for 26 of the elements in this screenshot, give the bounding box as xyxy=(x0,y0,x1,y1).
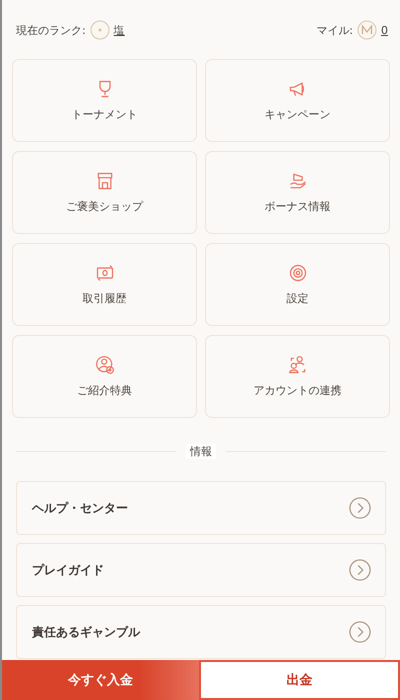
info-link[interactable]: 責任あるギャンブル xyxy=(16,605,386,659)
rank-label: 現在のランク: xyxy=(16,22,86,38)
menu-tile[interactable]: 設定 xyxy=(205,243,390,326)
menu-tile[interactable]: 取引履歴 xyxy=(12,243,197,326)
chevron-right-icon xyxy=(349,621,371,643)
banknote-icon xyxy=(94,263,114,283)
withdraw-button[interactable]: 出金 xyxy=(199,660,400,700)
users-icon xyxy=(288,355,308,375)
chevron-right-icon xyxy=(349,497,371,519)
menu-tile[interactable]: ご褒美ショップ xyxy=(12,151,197,234)
info-link[interactable]: ヘルプ・センター xyxy=(16,481,386,535)
miles-link[interactable]: 0 xyxy=(381,24,388,36)
deposit-button[interactable]: 今すぐ入金 xyxy=(2,660,199,700)
menu-tile[interactable]: アカウントの連携 xyxy=(205,335,390,418)
menu-tile[interactable]: キャンペーン xyxy=(205,59,390,142)
info-link[interactable]: プレイガイド xyxy=(16,543,386,597)
menu-tile[interactable]: トーナメント xyxy=(12,59,197,142)
section-title: 情報 xyxy=(186,444,216,459)
menu-tile[interactable]: ご紹介特典 xyxy=(12,335,197,418)
miles-label: マイル: xyxy=(316,22,353,38)
chevron-right-icon xyxy=(349,559,371,581)
miles-coin-icon xyxy=(357,20,377,40)
menu-tile[interactable]: ボーナス情報 xyxy=(205,151,390,234)
rank-medal-icon xyxy=(90,20,110,40)
rank-link[interactable]: 塩 xyxy=(114,22,125,38)
user-plus-icon xyxy=(94,355,114,375)
